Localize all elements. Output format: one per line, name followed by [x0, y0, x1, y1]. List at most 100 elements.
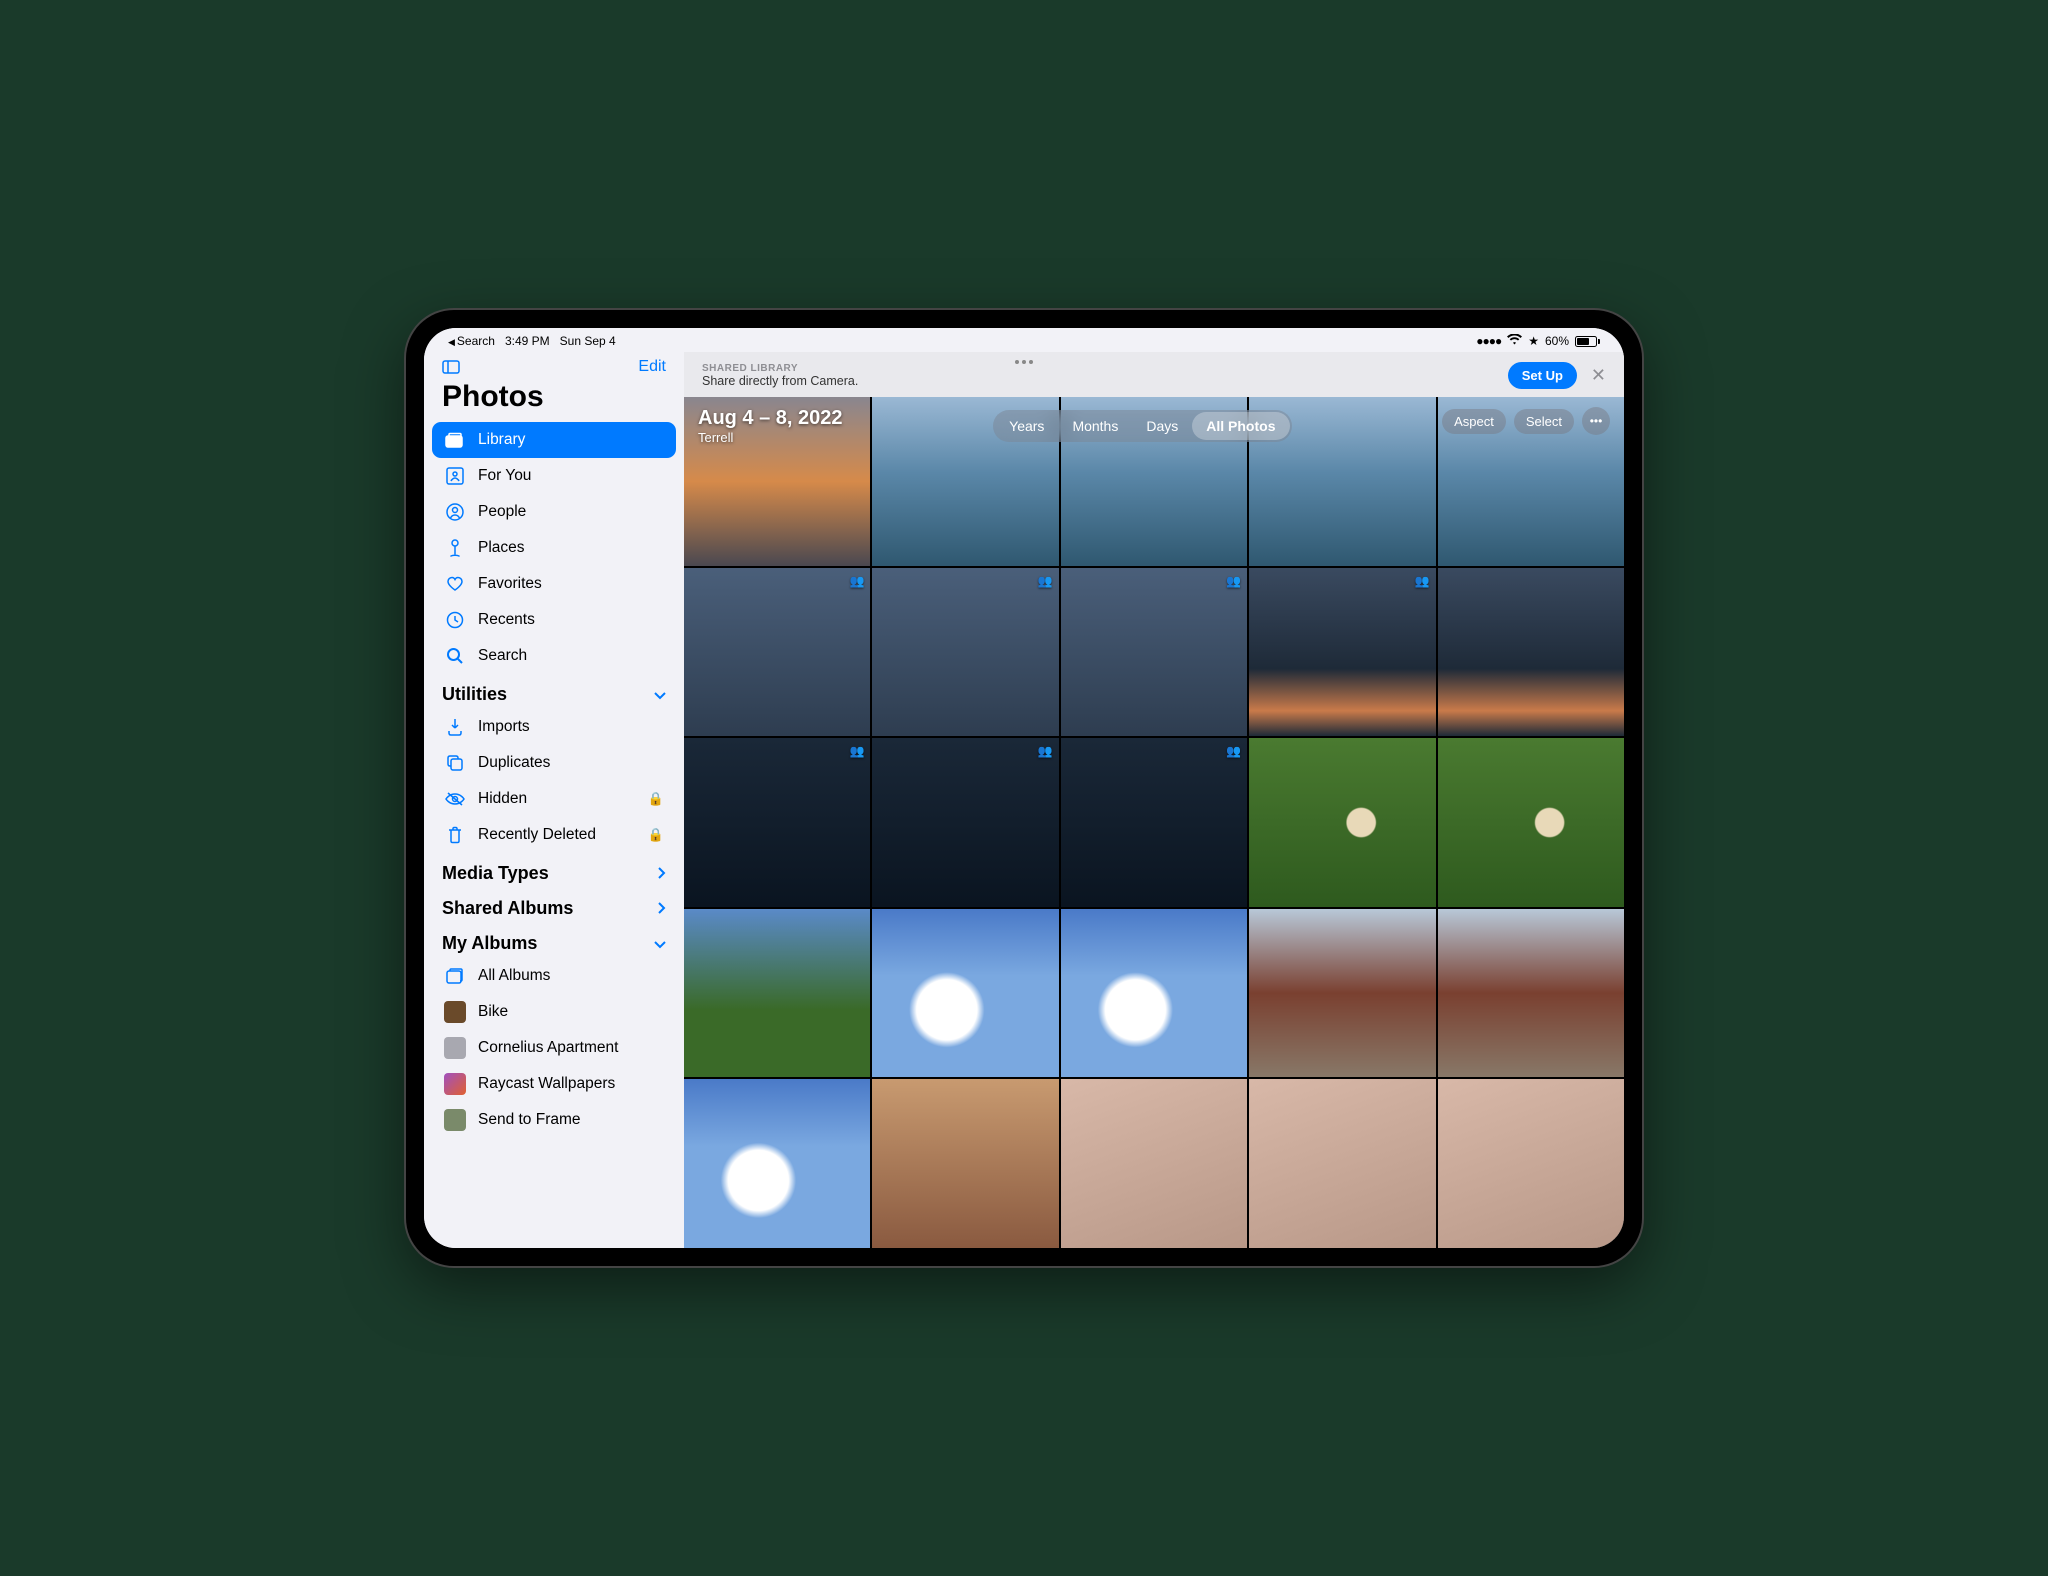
sidebar-item-label: All Albums [478, 967, 550, 985]
sidebar-item-imports[interactable]: Imports [432, 709, 676, 745]
wifi-icon [1507, 334, 1522, 348]
photo-grid[interactable]: 👥👥👥👥👥👥👥 [684, 397, 1624, 1248]
photo-thumbnail[interactable]: 👥 [1061, 568, 1247, 737]
sidebar-item-library[interactable]: Library [432, 422, 676, 458]
sidebar-item-album-raycast[interactable]: Raycast Wallpapers [432, 1066, 676, 1102]
photo-thumbnail[interactable] [1249, 909, 1435, 1078]
more-button[interactable]: ••• [1582, 407, 1610, 435]
sidebar-item-label: Recents [478, 611, 535, 629]
segment-years[interactable]: Years [995, 412, 1058, 440]
sidebar-item-label: For You [478, 467, 531, 485]
shared-badge-icon: 👥 [849, 744, 864, 758]
chevron-down-icon [654, 936, 666, 952]
sidebar-item-label: Favorites [478, 575, 542, 593]
sidebar-item-foryou[interactable]: For You [432, 458, 676, 494]
library-icon [444, 429, 466, 451]
photo-thumbnail[interactable]: 👥 [684, 738, 870, 907]
sidebar-item-people[interactable]: People [432, 494, 676, 530]
view-segmented-control: Years Months Days All Photos [993, 410, 1291, 442]
shared-badge-icon: 👥 [849, 574, 864, 588]
banner-label: SHARED LIBRARY [702, 363, 1508, 374]
sidebar-item-label: Send to Frame [478, 1111, 581, 1129]
segment-months[interactable]: Months [1058, 412, 1132, 440]
close-icon[interactable]: ✕ [1591, 365, 1606, 386]
sidebar: Edit Photos Library For You [424, 352, 684, 1248]
segment-all-photos[interactable]: All Photos [1192, 412, 1289, 440]
sidebar-edit-button[interactable]: Edit [638, 358, 666, 376]
sidebar-item-search[interactable]: Search [432, 638, 676, 674]
sidebar-section-utilities[interactable]: Utilities [432, 674, 676, 709]
photo-thumbnail[interactable] [684, 909, 870, 1078]
shared-library-banner: SHARED LIBRARY Share directly from Camer… [684, 352, 1624, 397]
clock-icon [444, 609, 466, 631]
duplicate-icon [444, 752, 466, 774]
lock-icon: 🔒 [648, 791, 664, 807]
sidebar-item-label: People [478, 503, 526, 521]
battery-icon [1575, 336, 1600, 347]
photo-thumbnail[interactable] [684, 1079, 870, 1248]
chevron-down-icon [654, 687, 666, 703]
sidebar-item-label: Places [478, 539, 525, 557]
setup-button[interactable]: Set Up [1508, 362, 1577, 389]
multitask-dots[interactable] [1011, 356, 1037, 368]
photo-thumbnail[interactable] [1249, 1079, 1435, 1248]
sidebar-item-all-albums[interactable]: All Albums [432, 958, 676, 994]
sidebar-item-album-frame[interactable]: Send to Frame [432, 1102, 676, 1138]
sidebar-item-hidden[interactable]: Hidden 🔒 [432, 781, 676, 817]
photo-thumbnail[interactable] [1249, 738, 1435, 907]
shared-badge-icon: 👥 [1038, 574, 1053, 588]
date-range: Aug 4 – 8, 2022 [698, 407, 843, 430]
sidebar-section-my-albums[interactable]: My Albums [432, 923, 676, 958]
shared-badge-icon: 👥 [1415, 574, 1430, 588]
album-thumb [444, 1073, 466, 1095]
photo-thumbnail[interactable] [1438, 909, 1624, 1078]
photo-thumbnail[interactable]: 👥 [684, 568, 870, 737]
ellipsis-icon: ••• [1590, 414, 1603, 428]
sidebar-toggle-icon[interactable] [442, 360, 460, 374]
sidebar-item-recently-deleted[interactable]: Recently Deleted 🔒 [432, 817, 676, 853]
trash-icon [444, 824, 466, 846]
sidebar-section-shared-albums[interactable]: Shared Albums [432, 888, 676, 923]
shared-badge-icon: 👥 [1226, 574, 1241, 588]
photo-thumbnail[interactable] [872, 909, 1058, 1078]
battery-pct: 60% [1545, 334, 1569, 348]
photo-thumbnail[interactable] [1438, 568, 1624, 737]
hidden-icon [444, 788, 466, 810]
sidebar-item-label: Recently Deleted [478, 826, 596, 844]
chevron-right-icon [658, 866, 666, 882]
sidebar-item-label: Cornelius Apartment [478, 1039, 618, 1057]
photo-thumbnail[interactable] [1061, 1079, 1247, 1248]
location-label: Terrell [698, 430, 843, 445]
sidebar-item-favorites[interactable]: Favorites [432, 566, 676, 602]
status-date: Sun Sep 4 [560, 334, 616, 348]
photo-thumbnail[interactable] [1438, 738, 1624, 907]
sidebar-item-album-cornelius[interactable]: Cornelius Apartment [432, 1030, 676, 1066]
star-icon: ★ [1528, 334, 1539, 348]
segment-days[interactable]: Days [1132, 412, 1192, 440]
aspect-button[interactable]: Aspect [1442, 409, 1506, 434]
sidebar-item-duplicates[interactable]: Duplicates [432, 745, 676, 781]
status-time: 3:49 PM [505, 334, 550, 348]
select-button[interactable]: Select [1514, 409, 1574, 434]
sidebar-item-album-bike[interactable]: Bike [432, 994, 676, 1030]
album-thumb [444, 1109, 466, 1131]
chevron-right-icon [658, 901, 666, 917]
sidebar-item-label: Hidden [478, 790, 527, 808]
main-content: SHARED LIBRARY Share directly from Camer… [684, 352, 1624, 1248]
photo-thumbnail[interactable]: 👥 [1061, 738, 1247, 907]
photo-thumbnail[interactable] [872, 1079, 1058, 1248]
photo-thumbnail[interactable] [1061, 909, 1247, 1078]
photo-thumbnail[interactable]: 👥 [872, 738, 1058, 907]
photo-thumbnail[interactable]: 👥 [872, 568, 1058, 737]
search-icon [444, 645, 466, 667]
people-icon [444, 501, 466, 523]
download-icon [444, 716, 466, 738]
sidebar-item-recents[interactable]: Recents [432, 602, 676, 638]
sidebar-section-media-types[interactable]: Media Types [432, 853, 676, 888]
lock-icon: 🔒 [648, 827, 664, 843]
back-to-search[interactable]: Search [448, 334, 495, 348]
photo-thumbnail[interactable]: 👥 [1249, 568, 1435, 737]
sidebar-item-places[interactable]: Places [432, 530, 676, 566]
photo-thumbnail[interactable] [1438, 1079, 1624, 1248]
places-icon [444, 537, 466, 559]
